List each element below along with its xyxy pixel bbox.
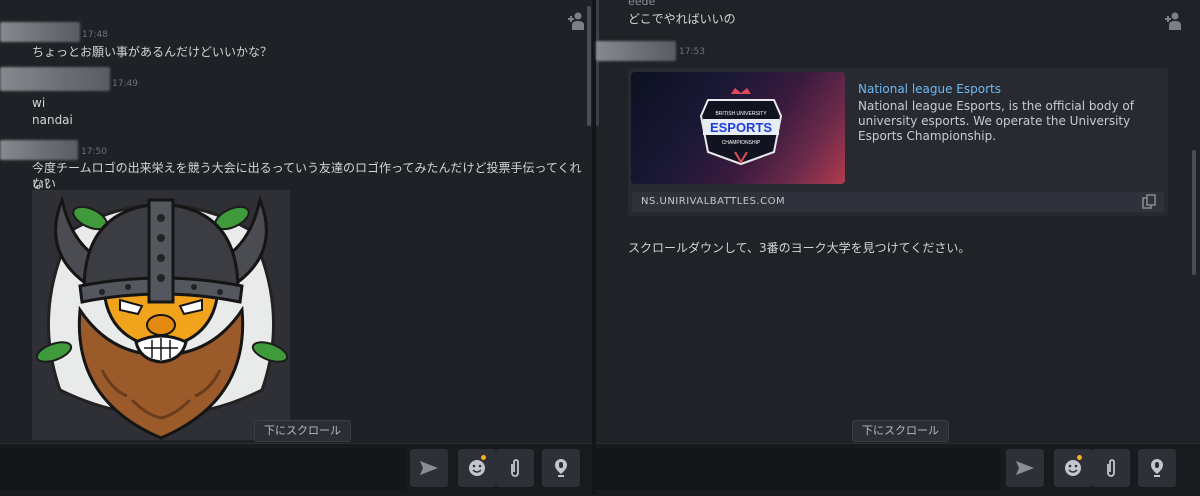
- sender-name-redacted: [596, 41, 676, 61]
- logo-bottom-text: CHAMPIONSHIP: [722, 140, 761, 146]
- emoji-icon: [1065, 460, 1081, 476]
- message-text: wi: [32, 96, 46, 110]
- message-text: スクロールダウンして、3番のヨーク大学を見つけてください。: [628, 241, 971, 255]
- notification-dot: [481, 455, 486, 460]
- embed-description: National league Esports, is the official…: [858, 99, 1134, 143]
- message-text: どこでやればいいの: [628, 12, 736, 26]
- sender-name-redacted: [0, 140, 78, 160]
- emoji-button[interactable]: [458, 449, 496, 487]
- sender-name-redacted: [0, 22, 80, 42]
- esports-logo: BRITISH UNIVERSITY ESPORTS CHAMPIONSHIP: [699, 88, 783, 166]
- sender-name-redacted: [0, 67, 110, 91]
- send-icon: [420, 461, 438, 475]
- right-composer: [596, 443, 1200, 496]
- add-user-icon[interactable]: [564, 10, 586, 32]
- logo-main-text: ESPORTS: [710, 120, 772, 135]
- send-icon: [1016, 461, 1034, 475]
- sender-name: eede: [628, 0, 656, 8]
- logo-top-text: BRITISH UNIVERSITY: [715, 111, 767, 117]
- microphone-icon: [555, 459, 567, 477]
- embed-url[interactable]: NS.UNIRIVALBATTLES.COM: [641, 196, 785, 207]
- paperclip-icon: [511, 459, 519, 477]
- message-timestamp: 17:48: [82, 30, 108, 40]
- message-text: ちょっとお願い事があるんだけどいいかな？: [32, 45, 273, 59]
- paperclip-icon: [1107, 459, 1115, 477]
- message-text: nandai: [32, 113, 73, 127]
- notification-dot: [1077, 455, 1082, 460]
- message-timestamp: 17:50: [81, 147, 107, 157]
- message-timestamp: 17:53: [679, 47, 705, 57]
- left-scrollbar[interactable]: [587, 6, 591, 126]
- emoji-button[interactable]: [1054, 449, 1092, 487]
- attach-button[interactable]: [496, 449, 534, 487]
- send-button[interactable]: [410, 449, 448, 487]
- scroll-down-button[interactable]: 下にスクロール: [254, 420, 351, 442]
- emoji-icon: [469, 460, 485, 476]
- embed-url-bar[interactable]: NS.UNIRIVALBATTLES.COM: [632, 192, 1164, 212]
- left-chat-pane: 17:48 ちょっとお願い事があるんだけどいいかな？ 17:49 wi nand…: [0, 0, 592, 495]
- viking-logo-image[interactable]: [32, 190, 290, 440]
- message-text: 今度チームロゴの出来栄えを競う大会に出るっていう友達のロゴ作ってみたんだけど投票…: [32, 161, 582, 191]
- microphone-icon: [1151, 459, 1163, 477]
- link-embed[interactable]: BRITISH UNIVERSITY ESPORTS CHAMPIONSHIP …: [628, 68, 1168, 216]
- embed-title-link[interactable]: National league Esports: [858, 82, 1001, 96]
- right-scrollbar-upper[interactable]: [596, 0, 599, 126]
- send-button[interactable]: [1006, 449, 1044, 487]
- message-timestamp: 17:49: [112, 79, 138, 89]
- voice-button[interactable]: [542, 449, 580, 487]
- add-user-icon[interactable]: [1161, 10, 1183, 32]
- copy-icon[interactable]: [1142, 194, 1156, 210]
- scroll-down-button[interactable]: 下にスクロール: [852, 420, 949, 442]
- embed-thumbnail[interactable]: BRITISH UNIVERSITY ESPORTS CHAMPIONSHIP: [631, 72, 845, 184]
- attach-button[interactable]: [1092, 449, 1130, 487]
- message-input[interactable]: [0, 448, 405, 490]
- voice-button[interactable]: [1138, 449, 1176, 487]
- viking-illustration: [35, 194, 289, 440]
- message-input[interactable]: [596, 448, 1001, 490]
- right-scrollbar[interactable]: [1192, 150, 1196, 275]
- left-composer: [0, 443, 592, 496]
